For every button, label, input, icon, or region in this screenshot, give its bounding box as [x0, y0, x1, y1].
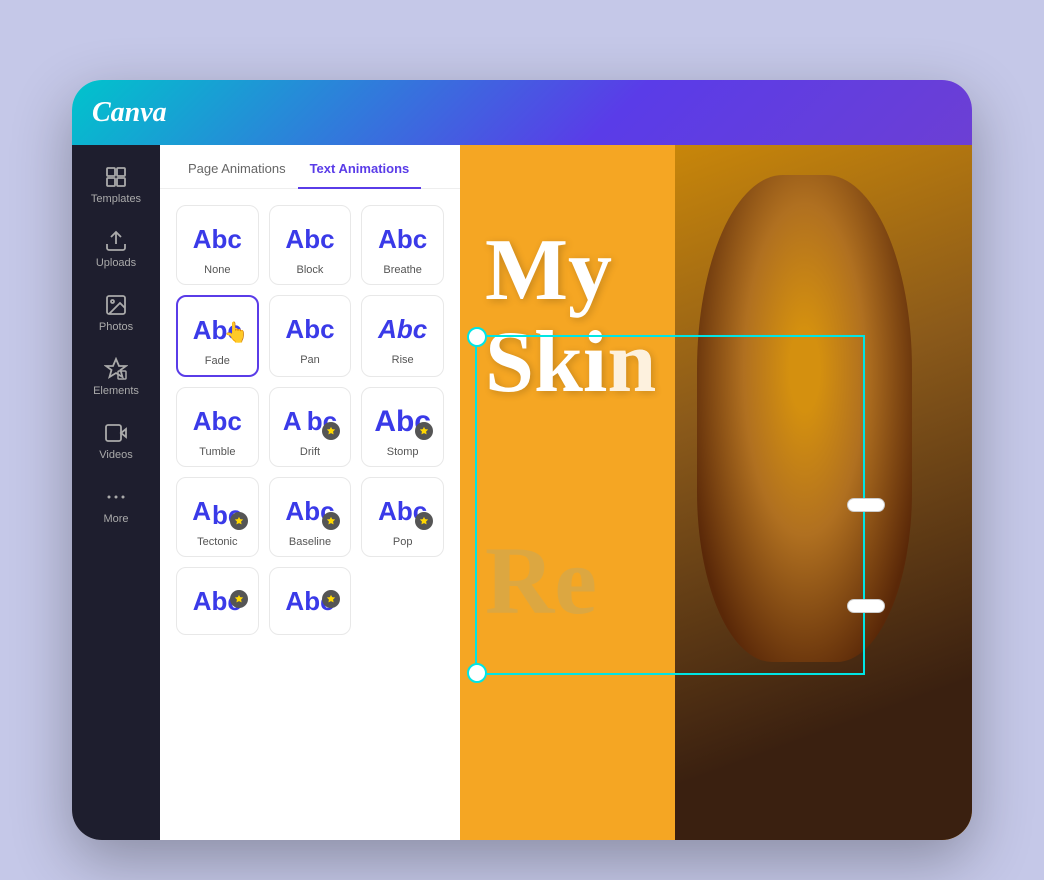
drift-pro-badge [322, 422, 340, 440]
sidebar-item-elements[interactable]: Elements [78, 347, 154, 407]
cursor-hand-icon: 👆 [224, 320, 249, 345]
app-header: Canva [72, 80, 972, 145]
sidebar-item-templates[interactable]: Templates [78, 155, 154, 215]
animation-breathe-label: Breathe [383, 264, 422, 276]
animation-none-preview: Abc [193, 220, 242, 258]
animations-panel: Page Animations Text Animations Abc None… [160, 145, 460, 840]
elements-icon [104, 357, 128, 381]
uploads-icon [104, 229, 128, 253]
slide-text-re: Re [485, 525, 597, 636]
sidebar-item-videos[interactable]: Videos [78, 411, 154, 471]
app-body: Templates Uploads [72, 145, 972, 840]
animation-block[interactable]: Abc Block [269, 205, 352, 285]
animation-breathe-preview: Abc [378, 220, 427, 258]
panel-tabs: Page Animations Text Animations [160, 145, 460, 189]
sidebar-item-more[interactable]: More [78, 475, 154, 535]
slide-text-skin: Skin [485, 317, 656, 409]
sidebar-item-photos[interactable]: Photos [78, 283, 154, 343]
canvas-slide: My Skin Re [460, 145, 972, 840]
animation-fade-label: Fade [205, 355, 230, 367]
baseline-pro-badge [322, 512, 340, 530]
animation-stomp-label: Stomp [387, 446, 419, 458]
animation-rise[interactable]: Abc Rise [361, 295, 444, 377]
animation-pan-label: Pan [300, 354, 320, 366]
templates-label: Templates [91, 193, 141, 205]
photos-label: Photos [99, 321, 133, 333]
handle-bottom-left[interactable] [467, 663, 487, 683]
device-frame: Canva Templates [72, 80, 972, 840]
animation-stomp[interactable]: Abc Stomp [361, 387, 444, 467]
videos-label: Videos [99, 449, 132, 461]
animation-tectonic[interactable]: Abc Tectonic [176, 477, 259, 557]
animation-pop-label: Pop [393, 536, 413, 548]
templates-icon [104, 165, 128, 189]
animation-pop[interactable]: Abc Pop [361, 477, 444, 557]
animation-fade[interactable]: Abc Fade 👆 [176, 295, 259, 377]
sidebar: Templates Uploads [72, 145, 160, 840]
animation-pan[interactable]: Abc Pan [269, 295, 352, 377]
animation-block-label: Block [297, 264, 324, 276]
slide-text-my-skin: My Skin [485, 225, 656, 410]
animation-tectonic-label: Tectonic [197, 536, 237, 548]
tectonic-pro-badge [230, 512, 248, 530]
animation-block-preview: Abc [285, 220, 334, 258]
videos-icon [104, 421, 128, 445]
animation-extra2[interactable]: Abc [269, 567, 352, 635]
tab-page-animations[interactable]: Page Animations [176, 145, 298, 188]
animation-rise-preview: Abc [378, 310, 427, 348]
stomp-pro-badge [415, 422, 433, 440]
extra2-pro-badge [322, 590, 340, 608]
slide-text-my: My [485, 225, 656, 317]
animation-tumble-preview: Abc [193, 402, 242, 440]
animation-tumble[interactable]: Abc Tumble [176, 387, 259, 467]
uploads-label: Uploads [96, 257, 136, 269]
pop-pro-badge [415, 512, 433, 530]
animation-baseline-label: Baseline [289, 536, 331, 548]
photos-icon [104, 293, 128, 317]
animation-pan-preview: Abc [285, 310, 334, 348]
animation-none[interactable]: Abc None [176, 205, 259, 285]
canva-logo: Canva [92, 97, 167, 129]
extra1-pro-badge [230, 590, 248, 608]
device-wrapper: Canva Templates [72, 80, 972, 840]
more-icon [104, 485, 128, 509]
animation-grid: Abc None Abc Block Abc Breathe [160, 189, 460, 651]
tab-text-animations[interactable]: Text Animations [298, 145, 422, 188]
sidebar-item-uploads[interactable]: Uploads [78, 219, 154, 279]
animation-rise-label: Rise [392, 354, 414, 366]
animation-baseline[interactable]: Abc Baseline [269, 477, 352, 557]
animation-tumble-label: Tumble [199, 446, 235, 458]
elements-label: Elements [93, 385, 139, 397]
animation-drift-label: Drift [300, 446, 320, 458]
animation-drift[interactable]: Abc Drift [269, 387, 352, 467]
canvas-area[interactable]: My Skin Re [460, 145, 972, 840]
person-face [697, 175, 912, 662]
animation-extra1[interactable]: Abc [176, 567, 259, 635]
handle-top-left[interactable] [467, 327, 487, 347]
animation-breathe[interactable]: Abc Breathe [361, 205, 444, 285]
animation-none-label: None [204, 264, 230, 276]
more-label: More [103, 513, 128, 525]
